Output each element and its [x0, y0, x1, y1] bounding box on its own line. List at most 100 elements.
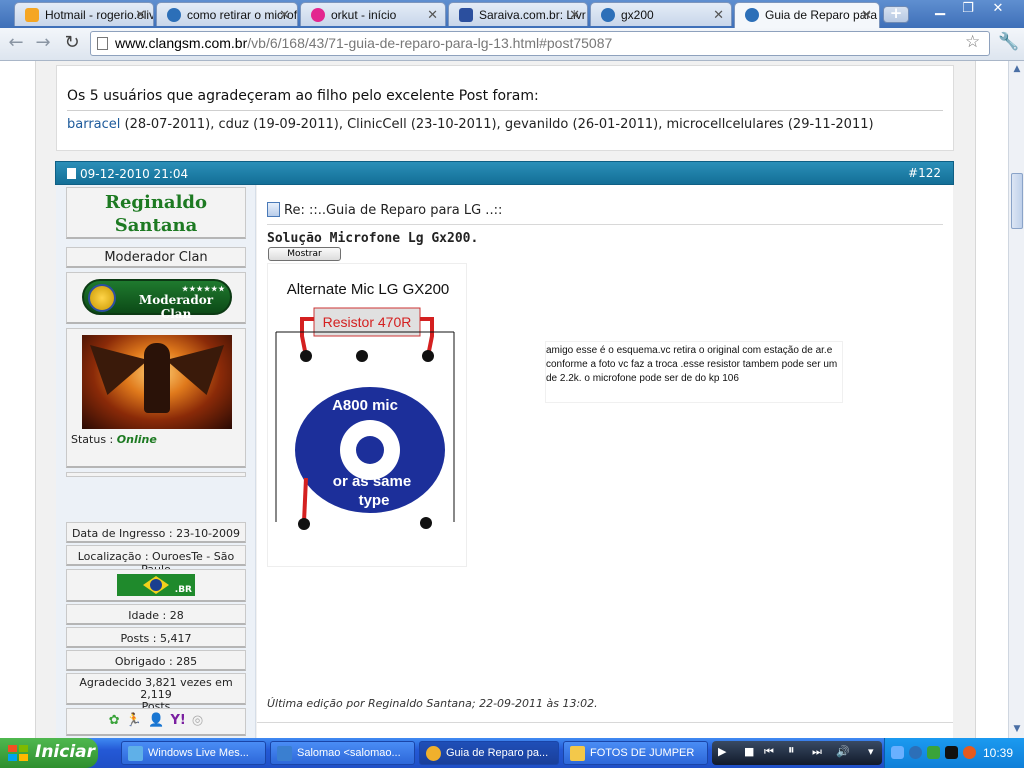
username[interactable]: Reginaldo Santana — [67, 188, 245, 237]
orkut-icon — [311, 8, 325, 22]
tab-gx200[interactable]: gx200 ✕ — [590, 2, 732, 26]
task-guia-de-reparo[interactable]: Guia de Reparo pa... — [419, 741, 559, 765]
pad-2 — [356, 350, 368, 362]
media-player-toolbar: ▶ ■ ⏮ ⏸ ⏭ 🔊 ▾ — [712, 741, 882, 765]
clangsm-icon — [601, 8, 615, 22]
new-tab-button[interactable]: + — [883, 6, 909, 23]
task-windows-live[interactable]: Windows Live Mes... — [121, 741, 266, 765]
wire-left-bottom — [302, 477, 308, 523]
user-location: Localização : OuroesTe - São Paulo — [66, 545, 246, 576]
next-icon[interactable]: ⏭ — [812, 745, 822, 759]
thanks-user-link[interactable]: microcellcelulares — [667, 117, 784, 132]
divider — [67, 110, 943, 111]
tab-hotmail[interactable]: Hotmail - rogerio.oliv ✕ — [14, 2, 154, 26]
windows-taskbar: Iniciar Windows Live Mes... Salomao <sal… — [0, 738, 1024, 768]
mic-sub-line1: or as same — [333, 473, 411, 490]
flag-circle — [150, 579, 162, 591]
avatar[interactable] — [82, 335, 232, 429]
bookmark-star-icon[interactable]: ☆ — [965, 32, 980, 52]
browser-tabstrip: Hotmail - rogerio.oliv ✕ como retirar o … — [0, 0, 1024, 28]
thanks-date: (28-07-2011) — [124, 117, 211, 132]
thanks-box: Os 5 usuários que agradeçeram ao filho p… — [56, 65, 954, 151]
minimize-button[interactable]: ▁ — [926, 0, 954, 19]
pause-icon[interactable]: ⏸ — [788, 743, 795, 758]
msn-icon[interactable]: 👤 — [148, 713, 164, 728]
thanks-date: (23-10-2011) — [410, 117, 497, 132]
address-bar[interactable]: www.clangsm.com.br/vb/6/168/43/71-guia-d… — [90, 31, 990, 56]
thanks-date: (26-01-2011) — [572, 117, 659, 132]
url-host: www.clangsm.com.br — [115, 35, 248, 51]
schematic-title: Alternate Mic LG GX200 — [287, 281, 450, 298]
tray-arrow-icon[interactable] — [891, 746, 904, 759]
rank-badge-box: ★★★★★★ Moderador Clan — [66, 272, 246, 324]
clangsm-icon — [745, 8, 759, 22]
tab-como-retirar[interactable]: como retirar o microf ✕ — [156, 2, 298, 26]
tab-saraiva[interactable]: Saraiva.com.br: Livr ✕ — [448, 2, 588, 26]
post-title: Re: ::..Guia de Reparo para LG ..:: — [267, 202, 502, 218]
antivirus-icon[interactable] — [945, 746, 958, 759]
yahoo-icon[interactable]: Y! — [170, 713, 185, 728]
badge-stars: ★★★★★★ — [182, 284, 226, 293]
stop-icon[interactable]: ■ — [744, 745, 754, 758]
task-fotos-de-jumper[interactable]: FOTOS DE JUMPER — [563, 741, 708, 765]
update-icon[interactable] — [963, 746, 976, 759]
url-path: /vb/6/168/43/71-guia-de-reparo-para-lg-1… — [247, 35, 613, 51]
player-logo-icon[interactable]: ▶ — [718, 745, 726, 758]
previous-icon[interactable]: ⏮ — [764, 745, 774, 759]
restore-button[interactable]: ❐ — [954, 0, 982, 19]
thanks-user-link[interactable]: gevanildo — [505, 117, 569, 132]
user-thanked-by: Agradecido 3,821 vezes em 2,119 Posts — [66, 673, 246, 713]
post-number-link[interactable]: #122 — [908, 166, 941, 180]
volume-icon[interactable]: 🔊 — [836, 745, 850, 758]
tab-guia-de-reparo[interactable]: Guia de Reparo para ✕ — [734, 2, 880, 28]
task-label: Windows Live Mes... — [148, 747, 249, 759]
close-icon[interactable]: ✕ — [279, 7, 290, 23]
pad-4 — [298, 518, 310, 530]
close-icon[interactable]: ✕ — [713, 7, 724, 23]
mail-icon — [277, 746, 292, 761]
username-box[interactable]: Reginaldo Santana — [66, 187, 246, 239]
scroll-down-icon[interactable]: ▼ — [1011, 723, 1023, 735]
thanks-user-link[interactable]: ClinicCell — [347, 117, 407, 132]
spacer — [66, 472, 246, 477]
messenger-tray-icon[interactable] — [927, 746, 940, 759]
back-button[interactable]: ← — [4, 32, 28, 56]
chrome-icon — [426, 746, 441, 761]
saraiva-icon — [459, 8, 473, 22]
tab-label: gx200 — [621, 8, 654, 22]
user-thanked: Obrigado : 285 — [66, 650, 246, 671]
aim-icon[interactable]: 🏃 — [126, 713, 142, 728]
page-viewport: Os 5 usuários que agradeçeram ao filho p… — [0, 61, 1008, 738]
thanks-user-link[interactable]: cduz — [219, 117, 249, 132]
spoiler-show-button[interactable]: Mostrar — [268, 247, 341, 261]
close-icon[interactable]: ✕ — [569, 7, 580, 23]
divider — [257, 722, 953, 723]
task-salomao[interactable]: Salomao <salomao... — [270, 741, 415, 765]
post-icon — [67, 168, 76, 179]
avatar-figure — [144, 343, 170, 413]
resistor-label: Resistor 470R — [323, 314, 412, 330]
player-menu-icon[interactable]: ▾ — [868, 745, 874, 758]
schematic-image[interactable]: Alternate Mic LG GX200 Resistor 470R A80… — [267, 263, 467, 567]
vertical-scrollbar[interactable]: ▲ ▼ — [1008, 61, 1024, 738]
close-icon[interactable]: ✕ — [135, 7, 146, 23]
scroll-up-icon[interactable]: ▲ — [1011, 63, 1023, 75]
thanks-user-link[interactable]: barracel — [67, 117, 120, 132]
user-age: Idade : 28 — [66, 604, 246, 625]
forward-button[interactable]: → — [31, 32, 55, 56]
thanks-date: (29-11-2011) — [787, 117, 874, 132]
network-icon[interactable] — [909, 746, 922, 759]
reload-button[interactable]: ↻ — [60, 32, 84, 56]
browser-toolbar: ← → ↻ www.clangsm.com.br/vb/6/168/43/71-… — [0, 28, 1024, 61]
pad-5 — [420, 517, 432, 529]
scroll-thumb[interactable] — [1011, 173, 1023, 229]
wrench-menu-icon[interactable]: 🔧 — [998, 32, 1019, 52]
tab-orkut[interactable]: orkut - início ✕ — [300, 2, 446, 26]
hotmail-icon — [25, 8, 39, 22]
start-button[interactable]: Iniciar — [0, 738, 98, 768]
close-icon[interactable]: ✕ — [427, 7, 438, 23]
icq-icon[interactable]: ✿ — [109, 713, 120, 728]
close-icon[interactable]: ✕ — [861, 7, 872, 23]
skype-icon[interactable]: ◎ — [192, 713, 203, 728]
window-close-button[interactable]: ✕ — [984, 0, 1012, 19]
